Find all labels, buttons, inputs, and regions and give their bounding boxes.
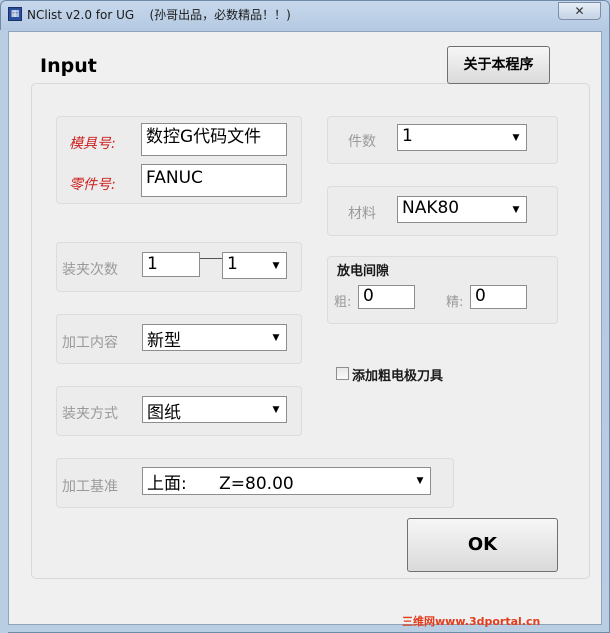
process-value: 新型 xyxy=(147,331,181,351)
chevron-down-icon: ▼ xyxy=(272,332,280,343)
material-value: NAK80 xyxy=(402,198,460,218)
material-label: 材料 xyxy=(348,206,376,222)
window-title: NClist v2.0 for UG (孙哥出品，必数精品！！) xyxy=(27,8,291,22)
material-select[interactable]: NAK80 ▼ xyxy=(397,196,527,223)
edm-rough-label: 粗: xyxy=(334,295,352,310)
clamp-count-select-value: 1 xyxy=(227,254,238,274)
datum-select[interactable]: 上面: Z=80.00 ▼ xyxy=(142,467,431,495)
clamp-count-input[interactable]: 1 xyxy=(142,252,200,277)
rough-electrode-checkbox[interactable] xyxy=(336,367,349,380)
chevron-down-icon: ▼ xyxy=(512,204,520,215)
watermark: 三维网www.3dportal.cn xyxy=(402,615,541,628)
clamp-method-select[interactable]: 图纸 ▼ xyxy=(142,396,287,423)
quantity-select[interactable]: 1 ▼ xyxy=(397,124,527,151)
window-edge xyxy=(0,30,8,633)
close-button[interactable]: ✕ xyxy=(558,2,601,20)
part-no-input[interactable]: FANUC xyxy=(141,164,287,197)
mold-no-label: 模具号: xyxy=(69,136,116,152)
datum-value: 上面: Z=80.00 xyxy=(147,474,294,494)
edm-fine-input[interactable]: 0 xyxy=(470,285,527,309)
chevron-down-icon: ▼ xyxy=(512,132,520,143)
connector-line xyxy=(200,258,222,259)
quantity-value: 1 xyxy=(402,126,413,146)
app-icon: ▦ xyxy=(8,7,22,21)
process-select[interactable]: 新型 ▼ xyxy=(142,324,287,351)
quantity-label: 件数 xyxy=(348,134,376,150)
clamp-count-label: 装夹次数 xyxy=(62,262,118,278)
rough-electrode-label[interactable]: 添加粗电极刀具 xyxy=(352,365,443,384)
edm-gap-title: 放电间隙 xyxy=(337,264,390,279)
edm-rough-input[interactable]: 0 xyxy=(358,285,415,309)
part-no-label: 零件号: xyxy=(69,177,116,193)
process-label: 加工内容 xyxy=(62,335,118,351)
edm-fine-label: 精: xyxy=(446,295,464,310)
input-heading: Input xyxy=(40,55,97,77)
ok-button[interactable]: OK xyxy=(407,518,558,572)
chevron-down-icon: ▼ xyxy=(272,404,280,415)
clamp-method-label: 装夹方式 xyxy=(62,406,118,422)
clamp-count-select[interactable]: 1 ▼ xyxy=(222,252,287,279)
about-button[interactable]: 关于本程序 xyxy=(447,46,550,84)
datum-label: 加工基准 xyxy=(62,479,118,495)
title-bar[interactable]: ▦ NClist v2.0 for UG (孙哥出品，必数精品！！) ✕ xyxy=(0,0,610,30)
mold-no-input[interactable]: 数控G代码文件 xyxy=(141,123,287,156)
chevron-down-icon: ▼ xyxy=(416,476,424,486)
clamp-method-value: 图纸 xyxy=(147,403,181,423)
chevron-down-icon: ▼ xyxy=(272,260,280,271)
